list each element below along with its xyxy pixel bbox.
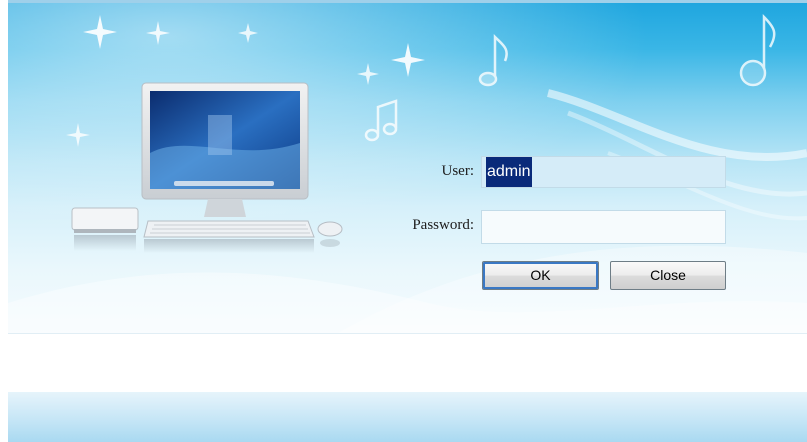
left-margin <box>0 0 8 442</box>
mini-pc-icon <box>71 207 139 251</box>
bottom-band <box>8 392 807 442</box>
username-input[interactable]: admin <box>481 156 726 188</box>
password-label: Password: <box>412 217 474 233</box>
close-button[interactable]: Close <box>610 261 726 290</box>
user-label: User: <box>441 163 475 179</box>
mouse-icon <box>317 221 343 247</box>
username-value: admin <box>486 157 532 187</box>
password-input[interactable] <box>481 210 726 244</box>
ok-button[interactable]: OK <box>482 261 599 290</box>
login-window: User: admin Password: OK Close <box>0 0 807 442</box>
computer-monitor-icon <box>141 82 309 217</box>
footer-strip <box>8 333 807 393</box>
keyboard-icon <box>143 220 315 253</box>
